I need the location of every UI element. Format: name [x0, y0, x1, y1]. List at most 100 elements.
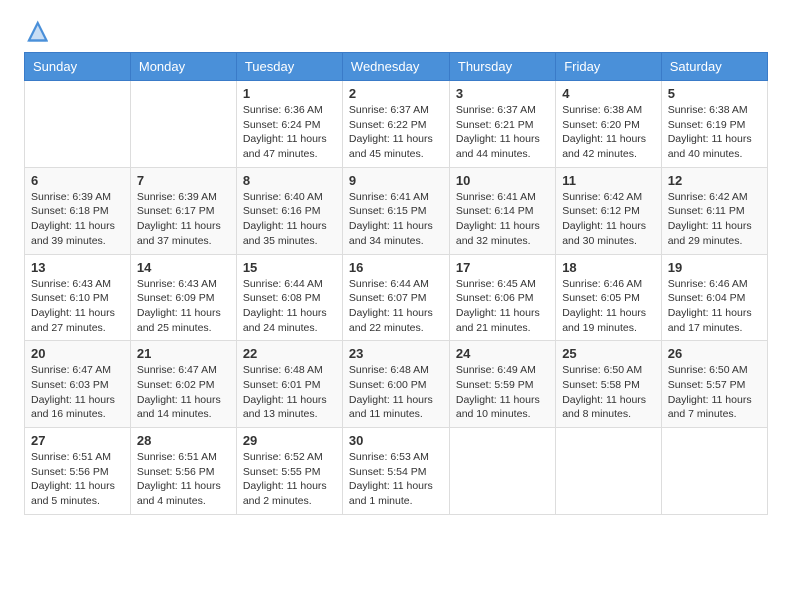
calendar-cell: 1 Sunrise: 6:36 AM Sunset: 6:24 PM Daylig…: [236, 81, 342, 168]
calendar-cell: 21 Sunrise: 6:47 AM Sunset: 6:02 PM Dayli…: [130, 341, 236, 428]
calendar-week-row: 27Sunrise: 6:51 AM Sunset: 5:56 PM Dayli…: [25, 428, 768, 515]
day-number: 5: [668, 86, 761, 101]
day-info: Sunrise: 6:39 AM Sunset: 6:17 PM Dayligh…: [137, 190, 230, 249]
day-number: 13: [31, 260, 124, 275]
day-number: 7: [137, 173, 230, 188]
calendar-cell: 8 Sunrise: 6:40 AM Sunset: 6:16 PM Daylig…: [236, 167, 342, 254]
calendar-cell: 24 Sunrise: 6:49 AM Sunset: 5:59 PM Dayli…: [449, 341, 555, 428]
day-number: 18: [562, 260, 655, 275]
day-number: 10: [456, 173, 549, 188]
day-number: 12: [668, 173, 761, 188]
day-info: Sunrise: 6:52 AM Sunset: 5:55 PM Dayligh…: [243, 450, 336, 509]
calendar-week-row: 13Sunrise: 6:43 AM Sunset: 6:10 PM Dayli…: [25, 254, 768, 341]
day-number: 14: [137, 260, 230, 275]
calendar-table: SundayMondayTuesdayWednesdayThursdayFrid…: [24, 52, 768, 515]
calendar-day-header: Sunday: [25, 53, 131, 81]
day-number: 3: [456, 86, 549, 101]
calendar-cell: 23 Sunrise: 6:48 AM Sunset: 6:00 PM Dayli…: [342, 341, 449, 428]
calendar-cell: 14Sunrise: 6:43 AM Sunset: 6:09 PM Dayli…: [130, 254, 236, 341]
calendar-cell: 18 Sunrise: 6:46 AM Sunset: 6:05 PM Dayli…: [556, 254, 662, 341]
day-info: Sunrise: 6:46 AM Sunset: 6:05 PM Dayligh…: [562, 277, 655, 336]
calendar-cell: 3 Sunrise: 6:37 AM Sunset: 6:21 PM Daylig…: [449, 81, 555, 168]
page-header: [24, 20, 768, 42]
calendar-day-header: Friday: [556, 53, 662, 81]
day-info: Sunrise: 6:44 AM Sunset: 6:07 PM Dayligh…: [349, 277, 443, 336]
day-number: 1: [243, 86, 336, 101]
calendar-cell: [130, 81, 236, 168]
day-info: Sunrise: 6:45 AM Sunset: 6:06 PM Dayligh…: [456, 277, 549, 336]
day-info: Sunrise: 6:37 AM Sunset: 6:22 PM Dayligh…: [349, 103, 443, 162]
calendar-cell: [661, 428, 767, 515]
calendar-cell: 22 Sunrise: 6:48 AM Sunset: 6:01 PM Dayli…: [236, 341, 342, 428]
day-info: Sunrise: 6:38 AM Sunset: 6:19 PM Dayligh…: [668, 103, 761, 162]
day-info: Sunrise: 6:48 AM Sunset: 6:01 PM Dayligh…: [243, 363, 336, 422]
day-info: Sunrise: 6:47 AM Sunset: 6:03 PM Dayligh…: [31, 363, 124, 422]
day-number: 6: [31, 173, 124, 188]
day-number: 23: [349, 346, 443, 361]
day-info: Sunrise: 6:41 AM Sunset: 6:15 PM Dayligh…: [349, 190, 443, 249]
day-info: Sunrise: 6:51 AM Sunset: 5:56 PM Dayligh…: [31, 450, 124, 509]
calendar-week-row: 6 Sunrise: 6:39 AM Sunset: 6:18 PM Daylig…: [25, 167, 768, 254]
day-info: Sunrise: 6:44 AM Sunset: 6:08 PM Dayligh…: [243, 277, 336, 336]
day-number: 30: [349, 433, 443, 448]
calendar-cell: 16 Sunrise: 6:44 AM Sunset: 6:07 PM Dayli…: [342, 254, 449, 341]
logo: [24, 20, 48, 42]
day-info: Sunrise: 6:37 AM Sunset: 6:21 PM Dayligh…: [456, 103, 549, 162]
calendar-day-header: Wednesday: [342, 53, 449, 81]
calendar-cell: 4Sunrise: 6:38 AM Sunset: 6:20 PM Daylig…: [556, 81, 662, 168]
calendar-cell: 20 Sunrise: 6:47 AM Sunset: 6:03 PM Dayli…: [25, 341, 131, 428]
day-number: 15: [243, 260, 336, 275]
day-info: Sunrise: 6:49 AM Sunset: 5:59 PM Dayligh…: [456, 363, 549, 422]
day-number: 21: [137, 346, 230, 361]
calendar-day-header: Saturday: [661, 53, 767, 81]
calendar-cell: 17 Sunrise: 6:45 AM Sunset: 6:06 PM Dayli…: [449, 254, 555, 341]
day-info: Sunrise: 6:40 AM Sunset: 6:16 PM Dayligh…: [243, 190, 336, 249]
day-info: Sunrise: 6:51 AM Sunset: 5:56 PM Dayligh…: [137, 450, 230, 509]
calendar-day-header: Thursday: [449, 53, 555, 81]
calendar-cell: 15 Sunrise: 6:44 AM Sunset: 6:08 PM Dayli…: [236, 254, 342, 341]
day-info: Sunrise: 6:42 AM Sunset: 6:11 PM Dayligh…: [668, 190, 761, 249]
calendar-cell: 7 Sunrise: 6:39 AM Sunset: 6:17 PM Daylig…: [130, 167, 236, 254]
calendar-day-header: Monday: [130, 53, 236, 81]
calendar-cell: 28 Sunrise: 6:51 AM Sunset: 5:56 PM Dayli…: [130, 428, 236, 515]
day-info: Sunrise: 6:38 AM Sunset: 6:20 PM Dayligh…: [562, 103, 655, 162]
day-info: Sunrise: 6:48 AM Sunset: 6:00 PM Dayligh…: [349, 363, 443, 422]
day-number: 20: [31, 346, 124, 361]
calendar-cell: 29 Sunrise: 6:52 AM Sunset: 5:55 PM Dayli…: [236, 428, 342, 515]
calendar-cell: 19Sunrise: 6:46 AM Sunset: 6:04 PM Dayli…: [661, 254, 767, 341]
day-info: Sunrise: 6:50 AM Sunset: 5:58 PM Dayligh…: [562, 363, 655, 422]
calendar-week-row: 1 Sunrise: 6:36 AM Sunset: 6:24 PM Daylig…: [25, 81, 768, 168]
calendar-header-row: SundayMondayTuesdayWednesdayThursdayFrid…: [25, 53, 768, 81]
day-info: Sunrise: 6:41 AM Sunset: 6:14 PM Dayligh…: [456, 190, 549, 249]
calendar-cell: 11 Sunrise: 6:42 AM Sunset: 6:12 PM Dayli…: [556, 167, 662, 254]
calendar-cell: 12 Sunrise: 6:42 AM Sunset: 6:11 PM Dayli…: [661, 167, 767, 254]
day-number: 17: [456, 260, 549, 275]
day-number: 9: [349, 173, 443, 188]
calendar-cell: [449, 428, 555, 515]
calendar-cell: 6 Sunrise: 6:39 AM Sunset: 6:18 PM Daylig…: [25, 167, 131, 254]
day-info: Sunrise: 6:42 AM Sunset: 6:12 PM Dayligh…: [562, 190, 655, 249]
day-number: 28: [137, 433, 230, 448]
calendar-week-row: 20 Sunrise: 6:47 AM Sunset: 6:03 PM Dayli…: [25, 341, 768, 428]
day-number: 24: [456, 346, 549, 361]
calendar-cell: 27Sunrise: 6:51 AM Sunset: 5:56 PM Dayli…: [25, 428, 131, 515]
calendar-cell: 2Sunrise: 6:37 AM Sunset: 6:22 PM Daylig…: [342, 81, 449, 168]
calendar-cell: 9 Sunrise: 6:41 AM Sunset: 6:15 PM Daylig…: [342, 167, 449, 254]
day-number: 16: [349, 260, 443, 275]
calendar-cell: 5 Sunrise: 6:38 AM Sunset: 6:19 PM Daylig…: [661, 81, 767, 168]
day-info: Sunrise: 6:50 AM Sunset: 5:57 PM Dayligh…: [668, 363, 761, 422]
day-info: Sunrise: 6:36 AM Sunset: 6:24 PM Dayligh…: [243, 103, 336, 162]
calendar-cell: [556, 428, 662, 515]
day-number: 19: [668, 260, 761, 275]
day-number: 22: [243, 346, 336, 361]
day-info: Sunrise: 6:47 AM Sunset: 6:02 PM Dayligh…: [137, 363, 230, 422]
day-info: Sunrise: 6:39 AM Sunset: 6:18 PM Dayligh…: [31, 190, 124, 249]
day-number: 26: [668, 346, 761, 361]
day-number: 29: [243, 433, 336, 448]
calendar-cell: 30Sunrise: 6:53 AM Sunset: 5:54 PM Dayli…: [342, 428, 449, 515]
day-number: 11: [562, 173, 655, 188]
calendar-day-header: Tuesday: [236, 53, 342, 81]
day-number: 8: [243, 173, 336, 188]
calendar-cell: [25, 81, 131, 168]
calendar-cell: 26 Sunrise: 6:50 AM Sunset: 5:57 PM Dayli…: [661, 341, 767, 428]
